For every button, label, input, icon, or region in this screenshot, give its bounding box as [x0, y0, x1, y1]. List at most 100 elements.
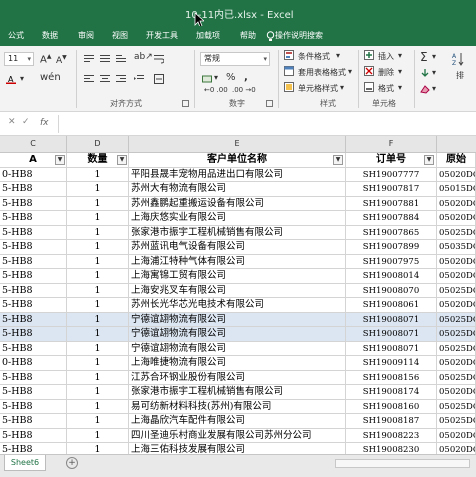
chevron-down-icon[interactable]: ▾ — [20, 74, 24, 83]
cell-customer[interactable]: 平阳县晟丰宠物用品进出口有限公司 — [129, 167, 346, 182]
accounting-format-icon[interactable] — [202, 74, 212, 84]
column-header-e[interactable]: E — [129, 136, 346, 153]
cell-original[interactable]: 05025DC — [437, 399, 476, 414]
cell-code[interactable]: 5-HB8 — [0, 196, 67, 211]
cell-order-number[interactable]: SH19008187 — [346, 414, 437, 429]
shrink-font-icon[interactable]: A▼ — [56, 54, 67, 66]
cell-code[interactable]: 5-HB8 — [0, 385, 67, 400]
column-header-f[interactable]: F — [346, 136, 437, 153]
chevron-down-icon[interactable]: ▾ — [340, 83, 344, 92]
cell-code[interactable]: 5-HB8 — [0, 225, 67, 240]
sort-filter-icon[interactable]: AZ — [452, 52, 464, 66]
autosum-icon[interactable]: Σ — [420, 50, 428, 64]
cell-customer[interactable]: 四川圣迪乐村商业发展有限公司苏州分公司 — [129, 428, 346, 443]
conditional-format-button[interactable]: 条件格式 — [298, 51, 330, 62]
add-sheet-icon[interactable]: + — [66, 457, 78, 469]
tab-view[interactable]: 视图 — [112, 30, 128, 41]
font-color-icon[interactable]: A — [6, 74, 16, 84]
cell-order-number[interactable]: SH19008160 — [346, 399, 437, 414]
insert-function-button[interactable]: fx — [40, 118, 49, 128]
cell-original[interactable]: 05025DC — [437, 370, 476, 385]
sheet-tab[interactable]: Sheet6 — [4, 455, 46, 471]
horizontal-scrollbar[interactable] — [335, 459, 470, 468]
cell-customer[interactable]: 上海安兆叉车有限公司 — [129, 283, 346, 298]
cell-order-number[interactable]: SH19008071 — [346, 327, 437, 342]
cell-customer[interactable]: 宁德谊翃物流有限公司 — [129, 341, 346, 356]
cell-customer[interactable]: 上海浦江特种气体有限公司 — [129, 254, 346, 269]
cell-order-number[interactable]: SH19008014 — [346, 269, 437, 284]
cell-customer[interactable]: 易可纺新材料科技(苏州)有限公司 — [129, 399, 346, 414]
cell-original[interactable]: 05035DC — [437, 240, 476, 255]
chevron-down-icon[interactable]: ▾ — [398, 51, 402, 60]
indent-icon[interactable] — [134, 74, 144, 84]
cell-customer[interactable]: 江苏合环钢业股份有限公司 — [129, 370, 346, 385]
font-size-select[interactable]: 11 ▾ — [4, 52, 34, 66]
cell-quantity[interactable]: 1 — [67, 312, 129, 327]
cell-order-number[interactable]: SH19008061 — [346, 298, 437, 313]
cell-order-number[interactable]: SH19008071 — [346, 341, 437, 356]
column-header-c[interactable]: C — [0, 136, 67, 153]
cell-order-number[interactable]: SH19008156 — [346, 370, 437, 385]
cell-code[interactable]: 5-HB8 — [0, 283, 67, 298]
cell-original[interactable]: 05020DC — [437, 254, 476, 269]
cell-order-number[interactable]: SH19008071 — [346, 312, 437, 327]
cell-customer[interactable]: 上海唯捷物流有限公司 — [129, 356, 346, 371]
cell-quantity[interactable]: 1 — [67, 385, 129, 400]
cell-quantity[interactable]: 1 — [67, 370, 129, 385]
chevron-down-icon[interactable]: ▾ — [432, 68, 436, 77]
chevron-down-icon[interactable]: ▾ — [214, 73, 218, 82]
cell-quantity[interactable]: 1 — [67, 225, 129, 240]
cell-order-number[interactable]: SH19008223 — [346, 428, 437, 443]
cell-code[interactable]: 5-HB8 — [0, 414, 67, 429]
cell-code[interactable]: 5-HB8 — [0, 327, 67, 342]
tab-review[interactable]: 审阅 — [78, 30, 94, 41]
increase-decimal-icon[interactable]: ←0 .00 — [204, 86, 228, 94]
filter-dropdown-icon[interactable]: ▼ — [424, 155, 434, 165]
cell-quantity[interactable]: 1 — [67, 298, 129, 313]
cell-code[interactable]: 5-HB8 — [0, 428, 67, 443]
cell-original[interactable]: 05020DC — [437, 269, 476, 284]
cell-customer[interactable]: 宁德谊翃物流有限公司 — [129, 312, 346, 327]
tab-data[interactable]: 数据 — [42, 30, 58, 41]
cell-original[interactable]: 05025DC — [437, 312, 476, 327]
column-header-d[interactable]: D — [67, 136, 129, 153]
cancel-formula-icon[interactable]: ✕ — [8, 117, 16, 127]
wrap-text-icon[interactable] — [154, 54, 164, 64]
cell-customer[interactable]: 上海晶欣汽车配件有限公司 — [129, 414, 346, 429]
cell-quantity[interactable]: 1 — [67, 254, 129, 269]
cell-original[interactable]: 05025DC — [437, 341, 476, 356]
format-button[interactable]: 格式 — [378, 83, 394, 94]
cell-original[interactable]: 05020DC — [437, 428, 476, 443]
cell-original[interactable]: 05015DC — [437, 182, 476, 197]
cell-order-number[interactable]: SH19008174 — [346, 385, 437, 400]
cell-original[interactable]: 05025DC — [437, 414, 476, 429]
cell-code[interactable]: 5-HB8 — [0, 312, 67, 327]
chevron-down-icon[interactable]: ▾ — [432, 52, 436, 61]
phonetic-icon[interactable]: wén — [40, 72, 61, 83]
cell-customer[interactable]: 张家港市振宇工程机械销售有限公司 — [129, 385, 346, 400]
table-format-button[interactable]: 套用表格格式 — [298, 67, 346, 78]
cell-code[interactable]: 5-HB8 — [0, 182, 67, 197]
cell-customer[interactable]: 上海庆悠实业有限公司 — [129, 211, 346, 226]
cell-code[interactable]: 0-HB8 — [0, 356, 67, 371]
cell-order-number[interactable]: SH19007817 — [346, 182, 437, 197]
percent-style-button[interactable]: % — [226, 72, 236, 83]
column-header-g[interactable] — [437, 136, 476, 153]
cell-order-number[interactable]: SH19008070 — [346, 283, 437, 298]
cell-quantity[interactable]: 1 — [67, 196, 129, 211]
confirm-formula-icon[interactable]: ✓ — [22, 117, 30, 127]
chevron-down-icon[interactable]: ▾ — [336, 51, 340, 60]
cell-style-button[interactable]: 单元格样式 — [298, 83, 338, 94]
cell-code[interactable]: 5-HB8 — [0, 211, 67, 226]
number-launcher-icon[interactable] — [266, 100, 273, 107]
cell-original[interactable]: 05020DC — [437, 167, 476, 182]
chevron-down-icon[interactable]: ▾ — [348, 67, 352, 76]
cell-code[interactable]: 5-HB8 — [0, 298, 67, 313]
help-search-box[interactable]: 操作说明搜索 — [275, 30, 323, 41]
formula-input[interactable] — [58, 115, 470, 133]
filter-dropdown-icon[interactable]: ▼ — [55, 155, 65, 165]
header-cell-customer[interactable]: 客户单位名称 ▼ — [129, 153, 346, 168]
spreadsheet-grid[interactable]: C D E F A ▼ 数量 ▼ 客户单位名称 ▼ 订单号 ▼ 原始 0-HB8… — [0, 136, 476, 458]
insert-button[interactable]: 插入 — [378, 51, 394, 62]
sort-filter-button[interactable]: 排 — [456, 70, 464, 81]
